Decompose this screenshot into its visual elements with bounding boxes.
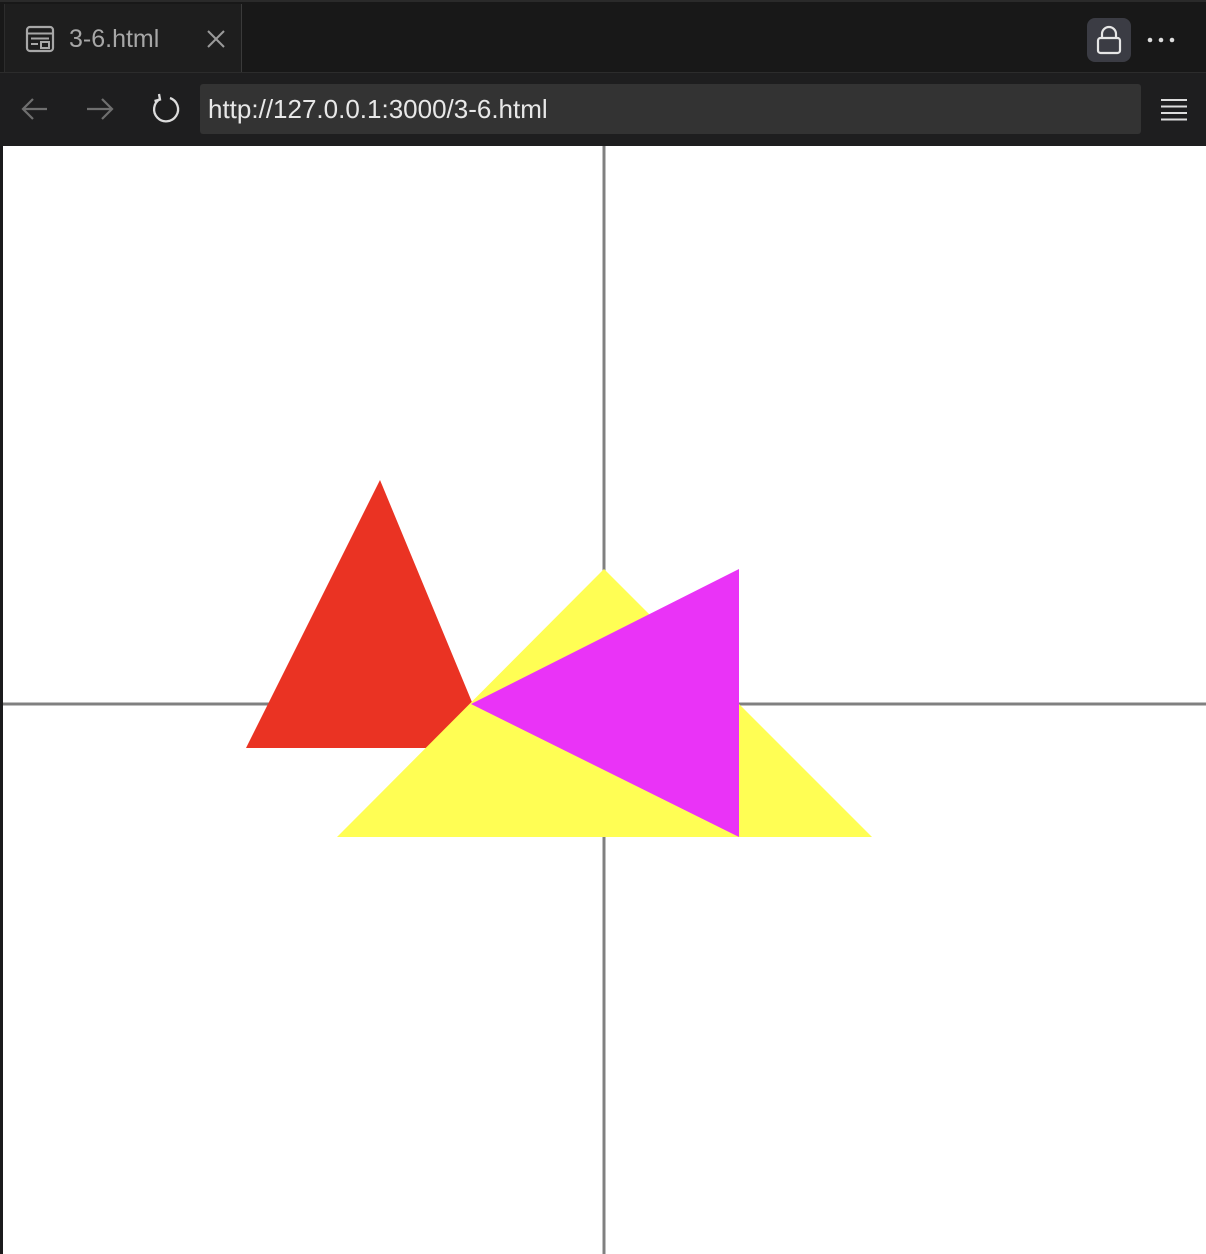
red-triangle [246,480,491,748]
page-icon [25,24,55,54]
tab-3-6-html[interactable]: 3-6.html [4,4,242,74]
close-icon[interactable] [203,26,229,52]
more-options-button[interactable] [1143,24,1179,54]
lock-icon [1096,25,1122,55]
arrow-right-icon [87,98,114,120]
reload-button[interactable] [146,89,186,129]
menu-button[interactable] [1158,95,1190,125]
hamburger-menu-icon [1161,99,1187,121]
address-bar[interactable]: http://127.0.0.1:3000/3-6.html [200,84,1141,134]
tab-strip: 3-6.html [0,0,1206,74]
arrow-left-icon [21,98,47,120]
tab-title: 3-6.html [69,25,160,53]
reload-icon [152,93,180,123]
more-icon [1147,37,1175,43]
browser-toolbar: http://127.0.0.1:3000/3-6.html [0,72,1206,146]
forward-button[interactable] [80,89,120,129]
back-button[interactable] [16,89,56,129]
lock-button[interactable] [1087,18,1131,62]
webgl-canvas[interactable] [3,146,1206,1254]
